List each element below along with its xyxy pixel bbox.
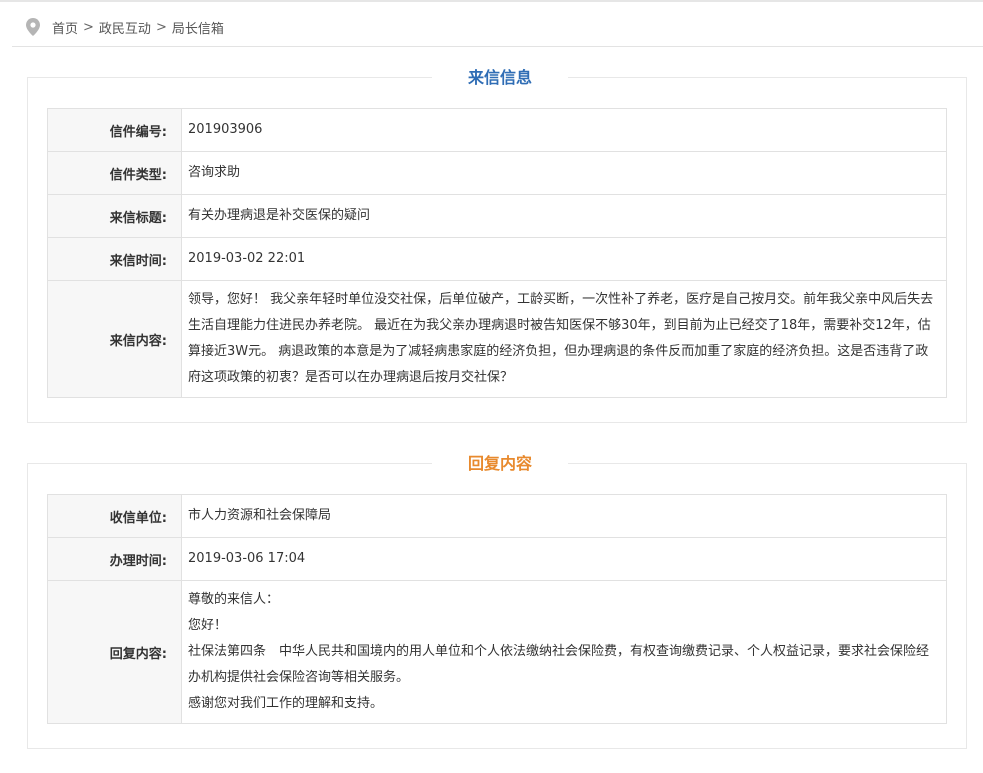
letter-time-label: 来信时间:: [47, 237, 182, 281]
handling-time-label: 办理时间:: [47, 537, 182, 581]
top-divider: [0, 0, 983, 2]
letter-time-value: 2019-03-02 22:01: [181, 237, 947, 281]
letter-type-label: 信件类型:: [47, 151, 182, 195]
table-row: 来信标题: 有关办理病退是补交医保的疑问: [47, 194, 947, 238]
handling-time-value: 2019-03-06 17:04: [181, 537, 947, 581]
letter-info-title: 来信信息: [432, 64, 568, 92]
breadcrumb-home-link[interactable]: 首页: [52, 18, 78, 37]
table-row: 来信内容: 领导，您好！ 我父亲年轻时单位没交社保，后单位破产，工龄买断，一次性…: [47, 280, 947, 398]
location-pin-icon: [26, 18, 40, 36]
table-row: 信件类型: 咨询求助: [47, 151, 947, 195]
table-row: 回复内容: 尊敬的来信人： 您好！ 社保法第四条 中华人民共和国境内的用人单位和…: [47, 580, 947, 724]
letter-info-table: 信件编号: 201903906 信件类型: 咨询求助 来信标题: 有关办理病退是…: [47, 108, 947, 398]
table-row: 信件编号: 201903906: [47, 108, 947, 152]
reply-closing: 感谢您对我们工作的理解和支持。: [188, 696, 384, 711]
table-row: 办理时间: 2019-03-06 17:04: [47, 537, 947, 581]
breadcrumb-separator: >: [155, 19, 167, 35]
reply-salutation: 您好！: [188, 618, 228, 633]
reply-greeting: 尊敬的来信人：: [188, 592, 280, 607]
letter-subject-value: 有关办理病退是补交医保的疑问: [181, 194, 947, 238]
reply-panel: 回复内容 收信单位: 市人力资源和社会保障局 办理时间: 2019-03-06 …: [27, 450, 967, 749]
table-row: 来信时间: 2019-03-02 22:01: [47, 237, 947, 281]
letter-info-panel: 来信信息 信件编号: 201903906 信件类型: 咨询求助 来信标题: 有关…: [27, 64, 967, 423]
recipient-unit-label: 收信单位:: [47, 494, 182, 538]
reply-table: 收信单位: 市人力资源和社会保障局 办理时间: 2019-03-06 17:04…: [47, 494, 947, 724]
breadcrumb-divider: [12, 46, 983, 47]
letter-number-label: 信件编号:: [47, 108, 182, 152]
letter-content-label: 来信内容:: [47, 280, 182, 398]
reply-title: 回复内容: [432, 450, 568, 478]
reply-content-label: 回复内容:: [47, 580, 182, 724]
letter-type-value: 咨询求助: [181, 151, 947, 195]
recipient-unit-value: 市人力资源和社会保障局: [181, 494, 947, 538]
letter-subject-label: 来信标题:: [47, 194, 182, 238]
table-row: 收信单位: 市人力资源和社会保障局: [47, 494, 947, 538]
letter-number-value: 201903906: [181, 108, 947, 152]
reply-body: 社保法第四条 中华人民共和国境内的用人单位和个人依法缴纳社会保险费，有权查询缴费…: [188, 644, 930, 685]
breadcrumb-interaction-link[interactable]: 政民互动: [99, 18, 151, 37]
reply-content-value: 尊敬的来信人： 您好！ 社保法第四条 中华人民共和国境内的用人单位和个人依法缴纳…: [181, 580, 947, 724]
letter-content-value: 领导，您好！ 我父亲年轻时单位没交社保，后单位破产，工龄买断，一次性补了养老，医…: [181, 280, 947, 398]
breadcrumb: 首页 > 政民互动 > 局长信箱: [26, 14, 224, 40]
breadcrumb-director-mailbox-link[interactable]: 局长信箱: [172, 18, 224, 37]
breadcrumb-separator: >: [83, 19, 94, 35]
